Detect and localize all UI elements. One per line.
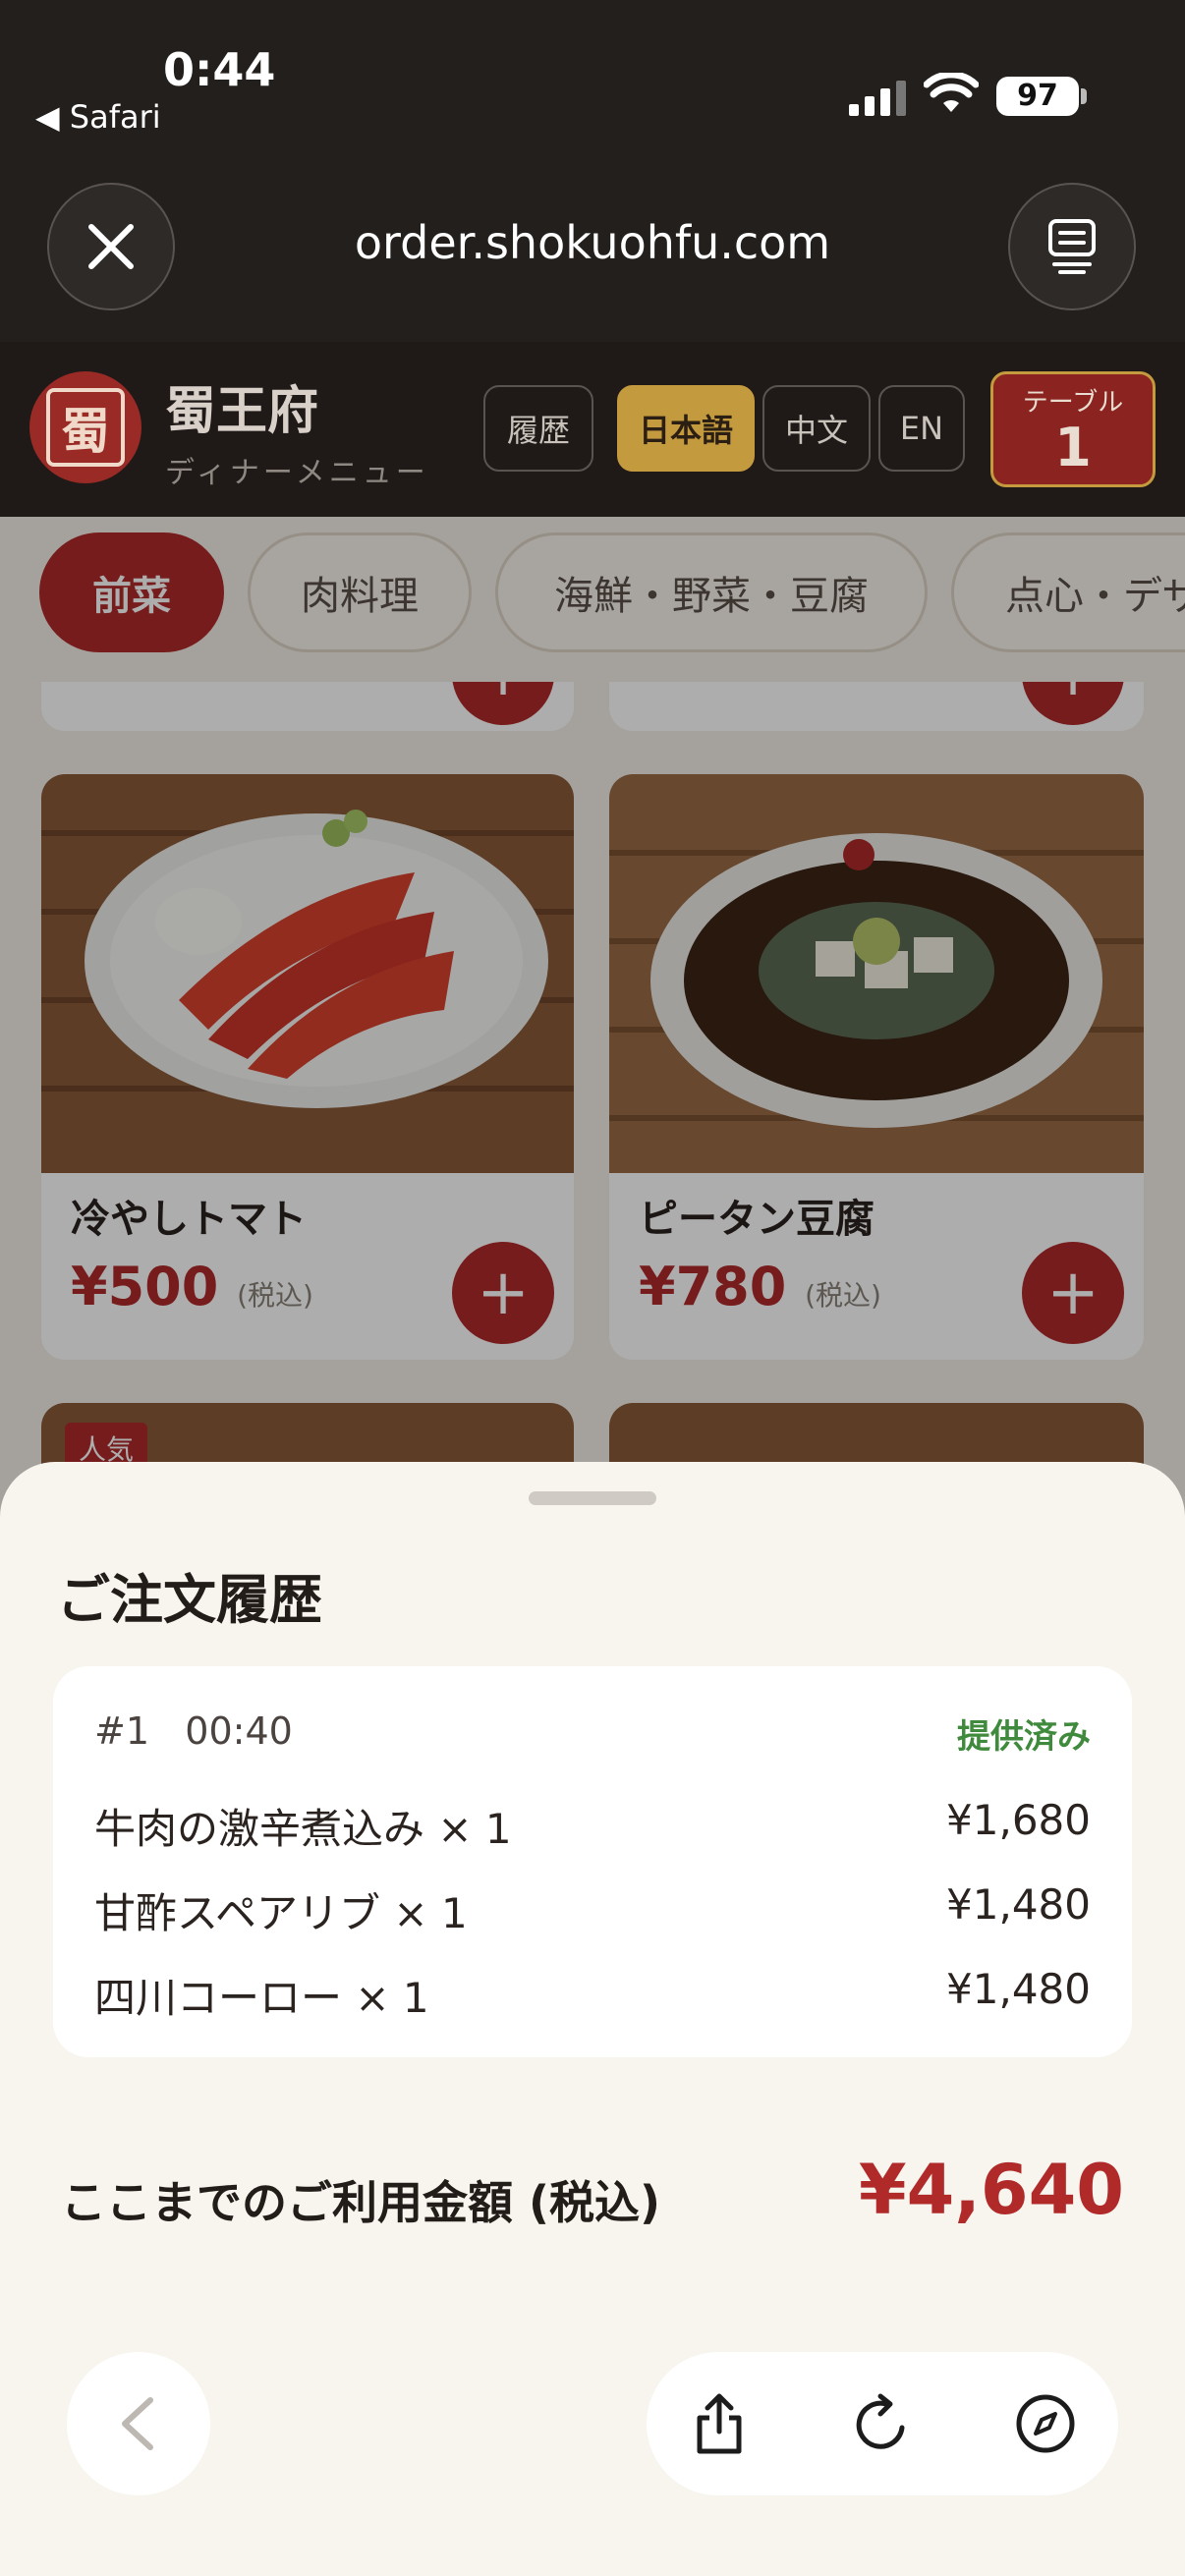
status-time: 0:44 bbox=[163, 43, 276, 96]
order-line: 甘酢スペアリブ × 1 ¥1,480 bbox=[94, 1880, 1091, 1940]
order-line-item: 四川コーロー × 1 bbox=[94, 1974, 429, 2022]
table-number-button[interactable]: テーブル 1 bbox=[990, 371, 1156, 487]
order-status-badge: 提供済み bbox=[957, 1717, 1091, 1757]
order-line: 牛肉の激辛煮込み × 1 ¥1,680 bbox=[94, 1796, 1091, 1856]
lang-english-button[interactable]: EN bbox=[878, 385, 965, 472]
order-line-amount: ¥1,680 bbox=[946, 1796, 1091, 1844]
order-line-item: 牛肉の激辛煮込み × 1 bbox=[94, 1805, 512, 1853]
cellular-signal-icon bbox=[849, 81, 906, 116]
order-number-time: #1 00:40 bbox=[94, 1709, 293, 1753]
wifi-icon bbox=[924, 73, 979, 112]
order-time: 00:40 bbox=[185, 1709, 293, 1753]
history-button[interactable]: 履歴 bbox=[483, 385, 593, 472]
lang-japanese-button[interactable]: 日本語 bbox=[617, 385, 755, 472]
chevron-left-icon bbox=[122, 2397, 153, 2450]
order-line-amount: ¥1,480 bbox=[946, 1965, 1091, 2013]
battery-nub bbox=[1081, 88, 1087, 104]
reload-icon[interactable] bbox=[851, 2392, 914, 2455]
browser-address-bar: order.shokuohfu.com bbox=[0, 157, 1185, 342]
sheet-title: ご注文履歴 bbox=[57, 1569, 322, 1631]
share-icon[interactable] bbox=[688, 2392, 751, 2455]
logo-glyph: 蜀 bbox=[46, 388, 125, 467]
back-to-safari-link[interactable]: ◀ Safari bbox=[35, 98, 161, 136]
browser-toolbar-group bbox=[647, 2352, 1118, 2495]
total-amount: ¥4,640 bbox=[858, 2150, 1124, 2230]
table-number: 1 bbox=[1054, 417, 1092, 478]
order-line: 四川コーロー × 1 ¥1,480 bbox=[94, 1965, 1091, 2025]
browser-back-button[interactable] bbox=[67, 2352, 210, 2495]
restaurant-logo: 蜀 bbox=[29, 371, 141, 483]
brand-name: 蜀王府 bbox=[165, 382, 319, 441]
total-label: ここまでのご利用金額 (税込) bbox=[61, 2176, 661, 2229]
restaurant-header: 蜀 蜀王府 ディナーメニュー 履歴 日本語 中文 EN テーブル 1 bbox=[0, 342, 1185, 517]
table-label: テーブル bbox=[1022, 388, 1124, 418]
order-card: #1 00:40 提供済み 牛肉の激辛煮込み × 1 ¥1,680 甘酢スペアリ… bbox=[53, 1666, 1132, 2057]
lang-chinese-button[interactable]: 中文 bbox=[762, 385, 871, 472]
status-bar: 0:44 ◀ Safari 97 bbox=[0, 0, 1185, 157]
menu-subtitle: ディナーメニュー bbox=[165, 456, 429, 490]
sheet-grabber[interactable] bbox=[529, 1491, 656, 1505]
order-number: #1 bbox=[94, 1709, 150, 1753]
compass-icon[interactable] bbox=[1014, 2392, 1077, 2455]
page-menu-button[interactable] bbox=[1008, 183, 1136, 310]
order-line-amount: ¥1,480 bbox=[946, 1880, 1091, 1929]
order-line-item: 甘酢スペアリブ × 1 bbox=[94, 1889, 468, 1937]
page-menu-icon bbox=[1048, 219, 1096, 274]
battery-indicator: 97 bbox=[996, 77, 1079, 116]
